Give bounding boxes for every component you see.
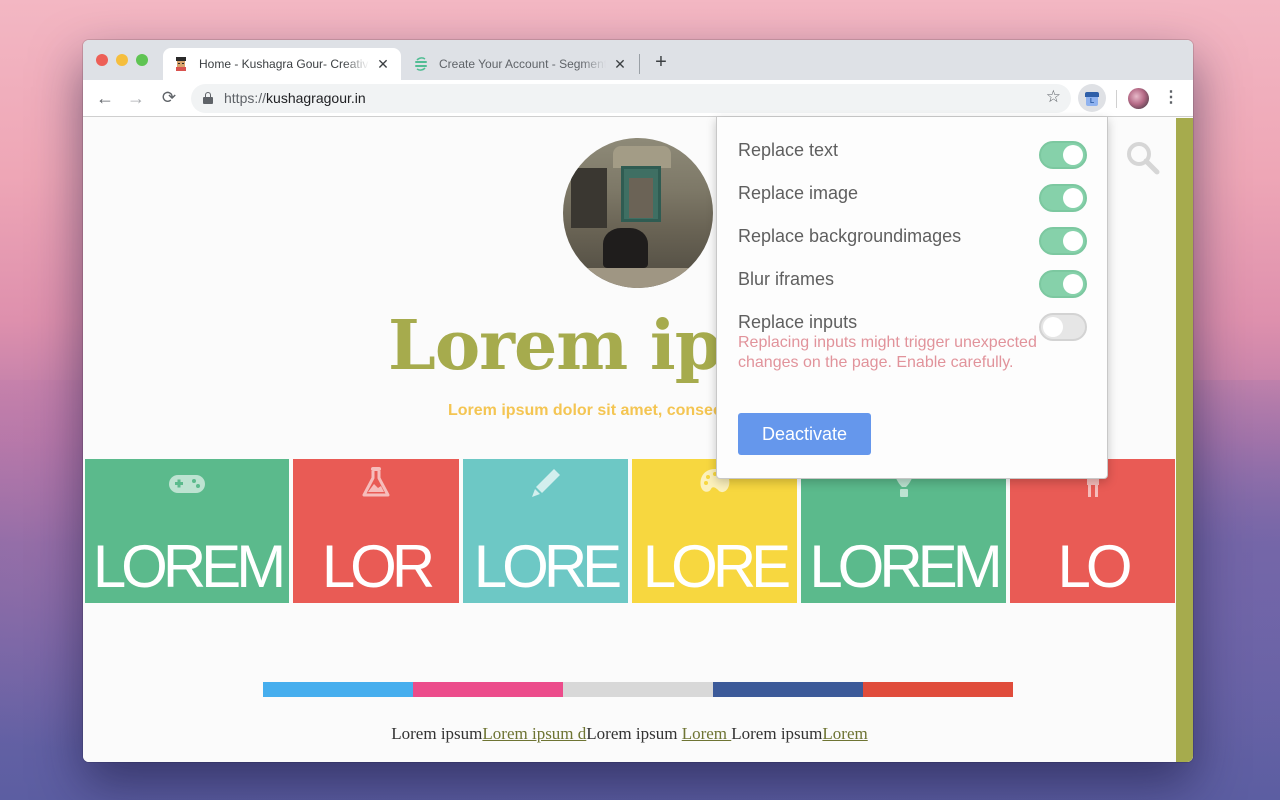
flask-icon <box>362 467 390 497</box>
url-host: kushagragour.in <box>266 90 366 106</box>
tile-3[interactable]: LORE <box>463 459 628 603</box>
back-button[interactable]: ← <box>92 85 118 111</box>
page-side-accent <box>1176 118 1193 762</box>
pixel-avatar-icon <box>173 56 189 72</box>
footer-link[interactable]: Lorem <box>822 724 867 743</box>
tile-label: LORE <box>642 533 791 600</box>
extension-popup: Replace text Replace image Replace backg… <box>716 117 1108 479</box>
url-text[interactable]: https://kushagragour.in <box>224 90 366 106</box>
tile-1[interactable]: LOREM <box>85 459 289 603</box>
close-tab-icon[interactable]: ✕ <box>375 56 391 72</box>
tile-2[interactable]: LOR <box>293 459 459 603</box>
search-icon[interactable] <box>1125 140 1161 176</box>
color-segment-4[interactable] <box>713 682 863 697</box>
option-label: Replace text <box>738 140 839 160</box>
color-segment-3[interactable] <box>563 682 713 697</box>
category-tiles: LOREM LOR LORE LORE LOREM LO <box>85 459 1175 603</box>
footer-link[interactable]: Lorem ipsum d <box>482 724 586 743</box>
tile-5[interactable]: LOREM <box>801 459 1006 603</box>
color-segment-1[interactable] <box>263 682 413 697</box>
extension-button[interactable]: L <box>1078 84 1106 112</box>
minimize-window-button[interactable] <box>116 54 128 66</box>
color-segment-5[interactable] <box>863 682 1013 697</box>
reload-button[interactable]: ⟳ <box>156 85 182 111</box>
blur-iframes-toggle[interactable] <box>1039 270 1087 298</box>
close-tab-icon[interactable]: ✕ <box>612 56 628 72</box>
footer-links: Lorem ipsumLorem ipsum dLorem ipsum Lore… <box>83 724 1176 744</box>
footer-link[interactable]: Lorem <box>682 724 732 743</box>
social-color-bar <box>263 682 1013 697</box>
option-label: Blur iframes <box>738 269 835 289</box>
tab-divider <box>639 54 640 74</box>
profile-avatar[interactable] <box>1128 88 1149 109</box>
tab-strip: Home - Kushagra Gour- Creative Web Devel… <box>83 40 1193 80</box>
option-replace-image: Replace image <box>738 178 1087 212</box>
profile-photo <box>563 138 713 288</box>
option-replace-text: Replace text <box>738 135 1087 169</box>
footer-text: Lorem ipsum <box>391 724 483 743</box>
footer-text: Lorem ipsum <box>731 724 823 743</box>
tile-4[interactable]: LORE <box>632 459 797 603</box>
replace-backgroundimages-toggle[interactable] <box>1039 227 1087 255</box>
new-tab-button[interactable]: + <box>651 50 671 74</box>
more-menu-icon[interactable]: ⋮ <box>1163 88 1179 108</box>
tab-segment[interactable]: Create Your Account - Segment ✕ <box>403 48 638 80</box>
bookmark-star-icon[interactable]: ☆ <box>1046 87 1061 107</box>
extension-icon: L <box>1085 90 1099 106</box>
option-label: Replace inputs <box>738 312 858 332</box>
tile-label: LOREM <box>92 533 286 600</box>
option-label: Replace backgroundimages <box>738 226 962 246</box>
option-label: Replace image <box>738 183 859 203</box>
tile-6[interactable]: LO <box>1010 459 1175 603</box>
tile-label: LOREM <box>809 533 1002 600</box>
pencil-icon <box>531 469 560 497</box>
replace-text-toggle[interactable] <box>1039 141 1087 169</box>
inputs-warning: Replacing inputs might trigger unexpecte… <box>738 334 1037 371</box>
page-subtitle: Lorem ipsum dolor sit amet, consectetur <box>448 402 758 419</box>
gamepad-icon <box>169 475 205 493</box>
toolbar-divider <box>1116 90 1117 108</box>
option-blur-iframes: Blur iframes <box>738 264 1087 298</box>
tab-title: Home - Kushagra Gour- Creative Web Devel… <box>199 57 369 71</box>
deactivate-button[interactable]: Deactivate <box>738 413 871 455</box>
browser-toolbar: ← → ⟳ https://kushagragour.in ☆ L ⋮ <box>83 80 1193 117</box>
tile-label: LORE <box>473 533 622 600</box>
tab-home[interactable]: Home - Kushagra Gour- Creative Web Devel… <box>163 48 401 80</box>
close-window-button[interactable] <box>96 54 108 66</box>
footer-text: Lorem ipsum <box>586 724 682 743</box>
address-bar[interactable]: https://kushagragour.in ☆ <box>191 84 1071 113</box>
color-segment-2[interactable] <box>413 682 563 697</box>
maximize-window-button[interactable] <box>136 54 148 66</box>
segment-logo-icon <box>413 56 429 72</box>
replace-image-toggle[interactable] <box>1039 184 1087 212</box>
lock-icon[interactable] <box>203 92 213 104</box>
option-replace-backgroundimages: Replace backgroundimages <box>738 221 1087 255</box>
url-scheme: https:// <box>224 90 267 106</box>
tile-label: LOR <box>321 533 435 600</box>
tab-title: Create Your Account - Segment <box>439 57 606 71</box>
forward-button[interactable]: → <box>123 85 149 111</box>
tile-label: LO <box>1057 533 1132 600</box>
